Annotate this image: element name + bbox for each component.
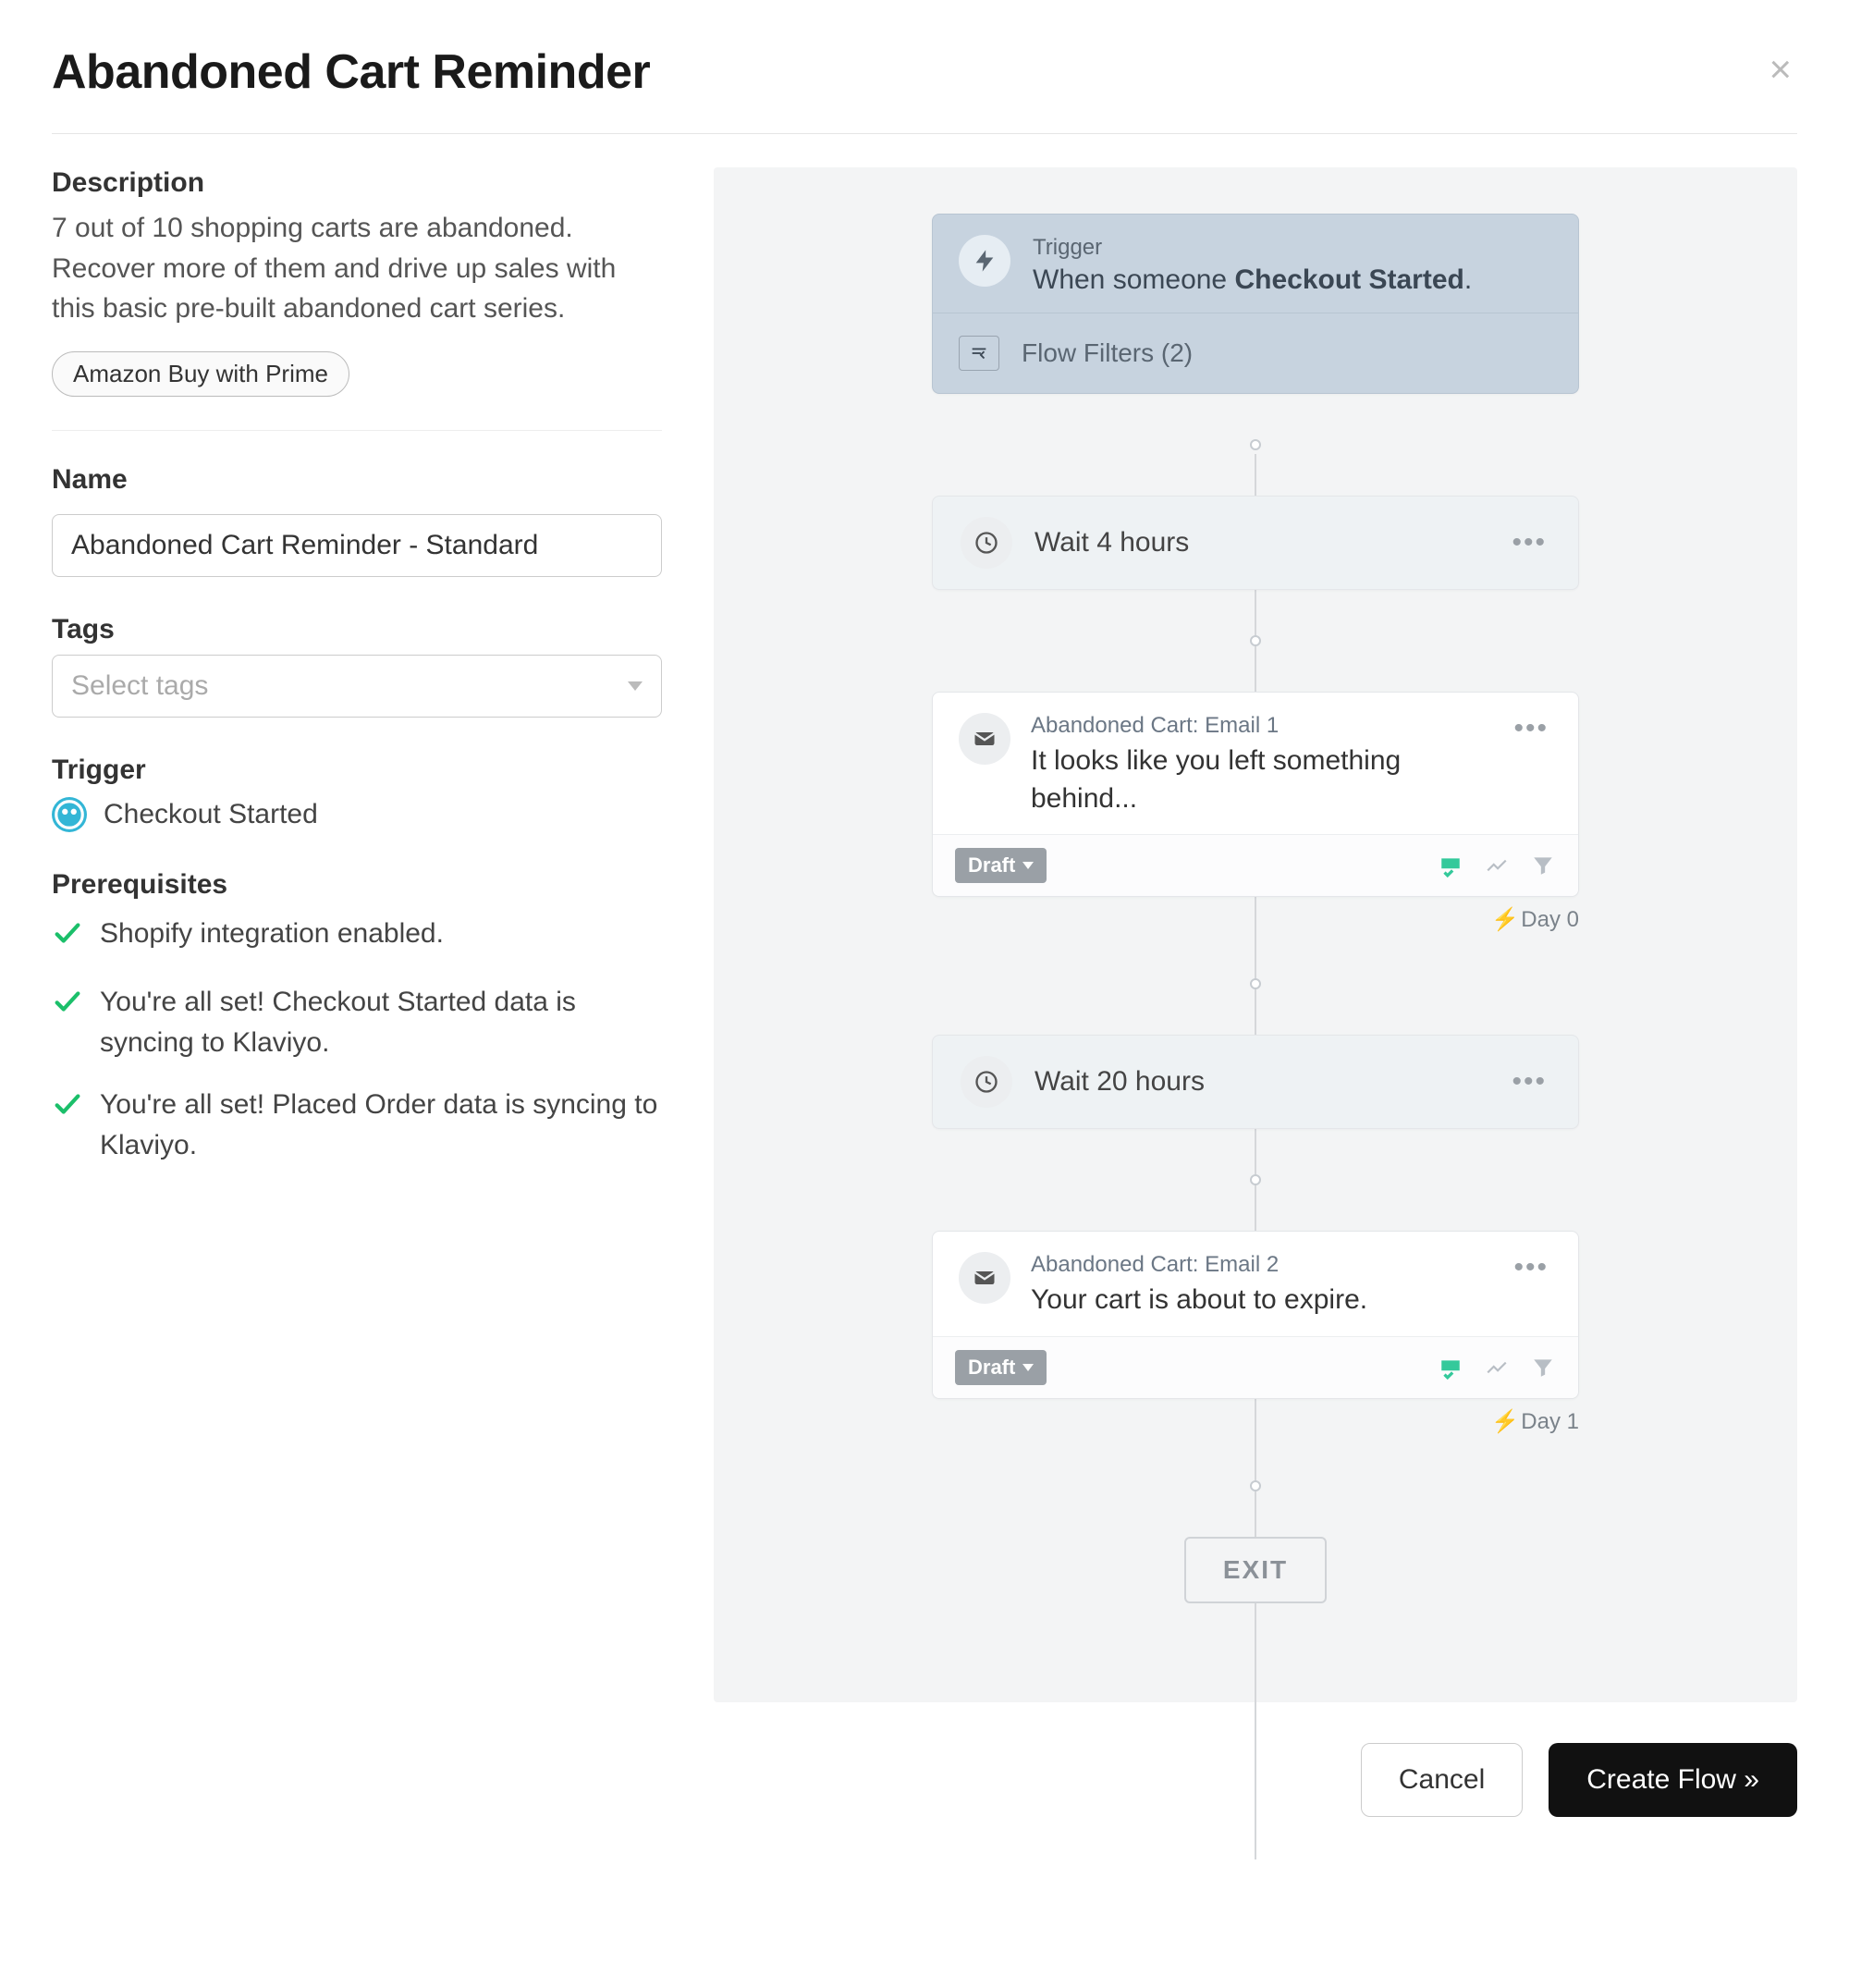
chevron-down-icon (628, 681, 643, 691)
email-card-title: Abandoned Cart: Email 1 (1031, 713, 1489, 739)
tags-label: Tags (52, 614, 662, 645)
email-subject: Your cart is about to expire. (1031, 1282, 1489, 1319)
wait-text: Wait 4 hours (1035, 527, 1189, 558)
funnel-icon[interactable] (1530, 853, 1556, 878)
check-icon (52, 917, 83, 961)
email-card-title: Abandoned Cart: Email 2 (1031, 1252, 1489, 1278)
details-panel: Description 7 out of 10 shopping carts a… (52, 167, 662, 1187)
trigger-avatar-icon (52, 797, 87, 832)
more-menu-icon[interactable]: ••• (1510, 713, 1552, 744)
modal-title: Abandoned Cart Reminder (52, 44, 650, 100)
analytics-icon[interactable] (1484, 853, 1510, 878)
prerequisites-label: Prerequisites (52, 869, 662, 901)
email-card[interactable]: Abandoned Cart: Email 1 It looks like yo… (932, 692, 1579, 897)
day-marker: ⚡Day 0 (932, 906, 1579, 933)
more-menu-icon[interactable]: ••• (1508, 527, 1550, 558)
exit-node: EXIT (1184, 1537, 1327, 1603)
prerequisite-item: Shopify integration enabled. (52, 914, 662, 961)
divider (52, 430, 662, 431)
prerequisite-text: Shopify integration enabled. (100, 914, 444, 954)
create-flow-button[interactable]: Create Flow » (1549, 1743, 1797, 1817)
clock-icon (961, 1056, 1012, 1108)
connector-dot-icon (1250, 439, 1261, 450)
prerequisite-text: You're all set! Checkout Started data is… (100, 982, 662, 1062)
description-text: 7 out of 10 shopping carts are abandoned… (52, 208, 662, 329)
more-menu-icon[interactable]: ••• (1508, 1066, 1550, 1098)
trigger-card[interactable]: Trigger When someone Checkout Started. F… (932, 214, 1579, 394)
wait-text: Wait 20 hours (1035, 1066, 1205, 1098)
description-label: Description (52, 167, 662, 199)
check-icon (52, 986, 83, 1029)
trigger-card-label: Trigger (1033, 235, 1472, 261)
name-label: Name (52, 464, 662, 496)
funnel-icon[interactable] (1530, 1355, 1556, 1381)
wait-card[interactable]: Wait 4 hours ••• (932, 496, 1579, 590)
modal-footer: Cancel Create Flow » (52, 1743, 1797, 1817)
bolt-icon (959, 235, 1010, 287)
check-icon (52, 1088, 83, 1132)
integration-pill: Amazon Buy with Prime (52, 351, 349, 397)
draft-status-badge[interactable]: Draft (955, 848, 1047, 883)
analytics-icon[interactable] (1484, 1355, 1510, 1381)
more-menu-icon[interactable]: ••• (1510, 1252, 1552, 1283)
prerequisite-text: You're all set! Placed Order data is syn… (100, 1085, 662, 1165)
cancel-button[interactable]: Cancel (1361, 1743, 1523, 1817)
connector-dot-icon (1250, 635, 1261, 646)
tags-placeholder: Select tags (71, 670, 208, 702)
mail-icon (959, 1252, 1010, 1304)
email-subject: It looks like you left something behind.… (1031, 742, 1489, 817)
flow-filters-label: Flow Filters (2) (1022, 338, 1193, 368)
tags-select[interactable]: Select tags (52, 655, 662, 718)
divider (52, 133, 1797, 134)
prerequisite-item: You're all set! Placed Order data is syn… (52, 1085, 662, 1165)
trigger-card-text: When someone Checkout Started. (1033, 264, 1472, 296)
connector-dot-icon (1250, 1174, 1261, 1185)
filter-icon (959, 336, 999, 371)
trigger-label: Trigger (52, 755, 662, 786)
day-marker: ⚡Day 1 (932, 1408, 1579, 1435)
trigger-row: Checkout Started (52, 797, 662, 832)
wait-card[interactable]: Wait 20 hours ••• (932, 1035, 1579, 1129)
connector-dot-icon (1250, 978, 1261, 989)
clock-icon (961, 517, 1012, 569)
draft-status-badge[interactable]: Draft (955, 1350, 1047, 1385)
smart-send-icon[interactable] (1438, 1355, 1463, 1381)
trigger-name: Checkout Started (104, 799, 318, 830)
flow-canvas: Trigger When someone Checkout Started. F… (714, 167, 1797, 1702)
name-input[interactable] (52, 514, 662, 577)
mail-icon (959, 713, 1010, 765)
close-icon[interactable]: × (1763, 44, 1797, 94)
smart-send-icon[interactable] (1438, 853, 1463, 878)
email-card[interactable]: Abandoned Cart: Email 2 Your cart is abo… (932, 1231, 1579, 1399)
prerequisites-list: Shopify integration enabled. You're all … (52, 914, 662, 1166)
connector-dot-icon (1250, 1480, 1261, 1491)
prerequisite-item: You're all set! Checkout Started data is… (52, 982, 662, 1062)
flow-template-modal: Abandoned Cart Reminder × Description 7 … (0, 0, 1849, 1869)
